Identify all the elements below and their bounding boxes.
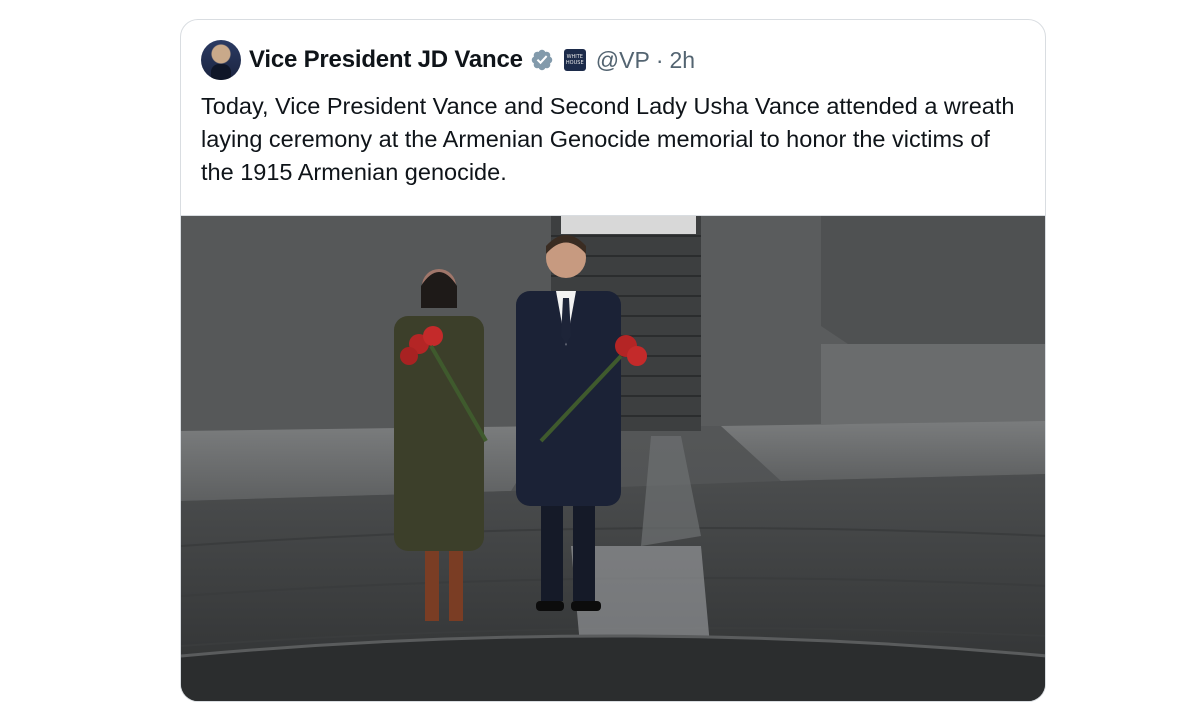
tweet-text: Today, Vice President Vance and Second L…	[201, 93, 1015, 185]
meta-separator: ·	[655, 46, 664, 73]
author-avatar[interactable]	[201, 40, 241, 80]
author-handle[interactable]: @VP	[596, 47, 650, 74]
tweet-header: Vice President JD Vance WHITE HOUSE @VP …	[201, 40, 695, 80]
tweet-media-photo[interactable]	[181, 215, 1045, 701]
verified-badge-icon	[531, 49, 553, 71]
government-badge-label: WHITE HOUSE	[565, 54, 584, 66]
tweet-timestamp[interactable]: 2h	[669, 47, 695, 74]
author-display-name[interactable]: Vice President JD Vance	[249, 46, 523, 74]
government-badge-icon: WHITE HOUSE	[563, 49, 586, 71]
memorial-photo	[181, 216, 1045, 701]
tweet-card[interactable]: Vice President JD Vance WHITE HOUSE @VP …	[180, 19, 1046, 702]
